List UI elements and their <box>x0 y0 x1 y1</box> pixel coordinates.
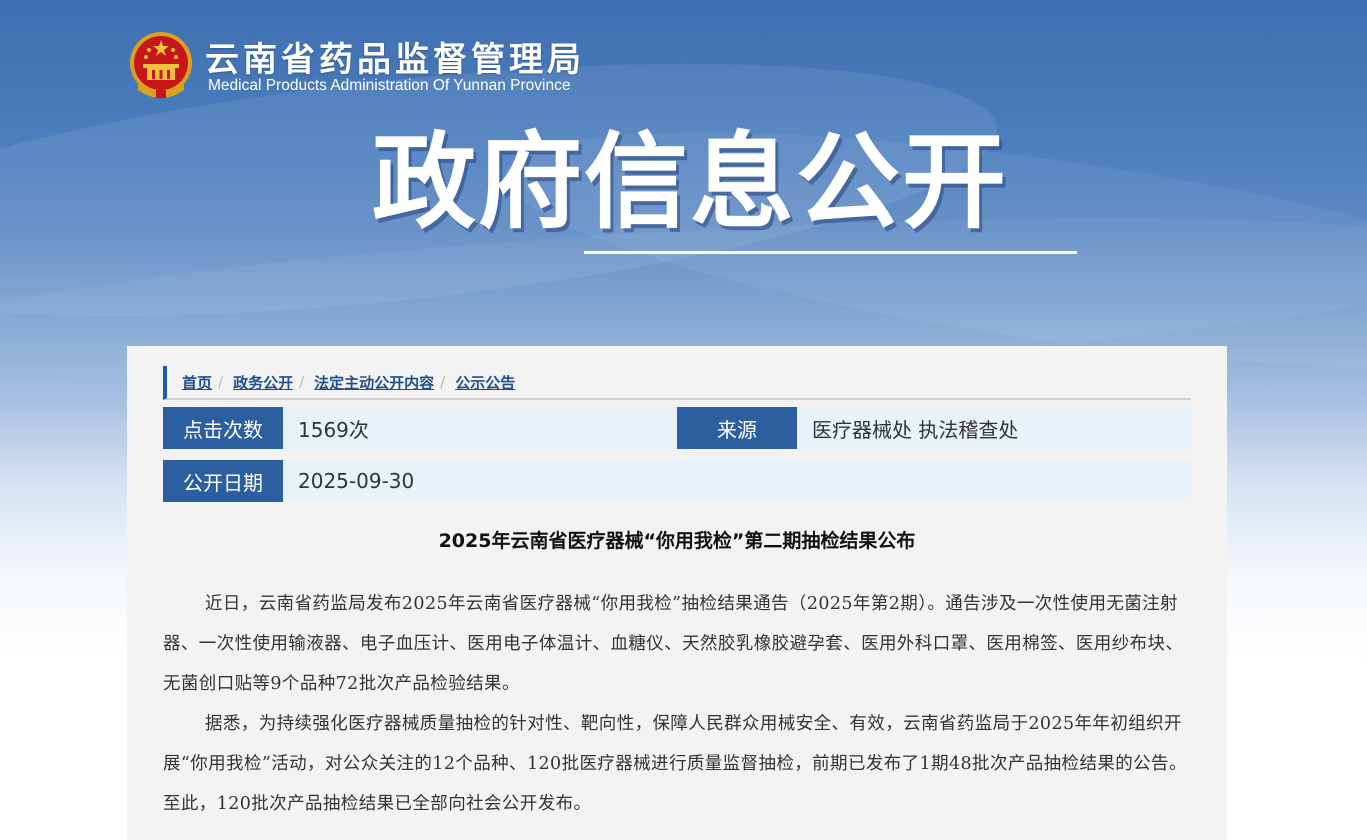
date-label: 公开日期 <box>163 460 283 502</box>
breadcrumb: 首页 / 政务公开 / 法定主动公开内容 / 公示公告 <box>163 366 1191 400</box>
meta-row: 点击次数 1569次 来源 医疗器械处 执法稽查处 <box>163 407 1191 449</box>
article-body: 近日，云南省药监局发布2025年云南省医疗器械“你用我检”抽检结果通告（2025… <box>163 584 1193 824</box>
breadcrumb-statutory-content-link[interactable]: 法定主动公开内容 <box>314 372 434 393</box>
breadcrumb-gov-affairs-link[interactable]: 政务公开 <box>233 372 293 393</box>
breadcrumb-separator: / <box>299 373 305 391</box>
national-emblem-icon[interactable] <box>128 30 194 100</box>
breadcrumb-announcements-link[interactable]: 公示公告 <box>455 372 515 393</box>
breadcrumb-separator: / <box>218 373 224 391</box>
meta-row: 公开日期 2025-09-30 <box>163 460 1191 502</box>
site-title: 云南省药品监督管理局 <box>205 40 585 80</box>
banner-title: 政府信息公开 <box>372 121 1009 243</box>
site-subtitle: Medical Products Administration Of Yunna… <box>208 77 571 94</box>
article-title: 2025年云南省医疗器械“你用我检”第二期抽检结果公布 <box>438 530 916 552</box>
clicks-label: 点击次数 <box>163 407 283 449</box>
breadcrumb-separator: / <box>440 373 446 391</box>
content-panel: 首页 / 政务公开 / 法定主动公开内容 / 公示公告 点击次数 1569次 来… <box>127 346 1227 840</box>
article-paragraph: 据悉，为持续强化医疗器械质量抽检的针对性、靶向性，保障人民群众用械安全、有效，云… <box>163 714 1187 814</box>
clicks-value: 1569次 <box>298 417 369 442</box>
source-value: 医疗器械处 执法稽查处 <box>812 417 1019 442</box>
banner-underline <box>584 251 1077 254</box>
article-paragraph: 近日，云南省药监局发布2025年云南省医疗器械“你用我检”抽检结果通告（2025… <box>163 594 1184 694</box>
date-value: 2025-09-30 <box>298 469 415 493</box>
breadcrumb-home-link[interactable]: 首页 <box>182 372 212 393</box>
source-label: 来源 <box>677 407 797 449</box>
